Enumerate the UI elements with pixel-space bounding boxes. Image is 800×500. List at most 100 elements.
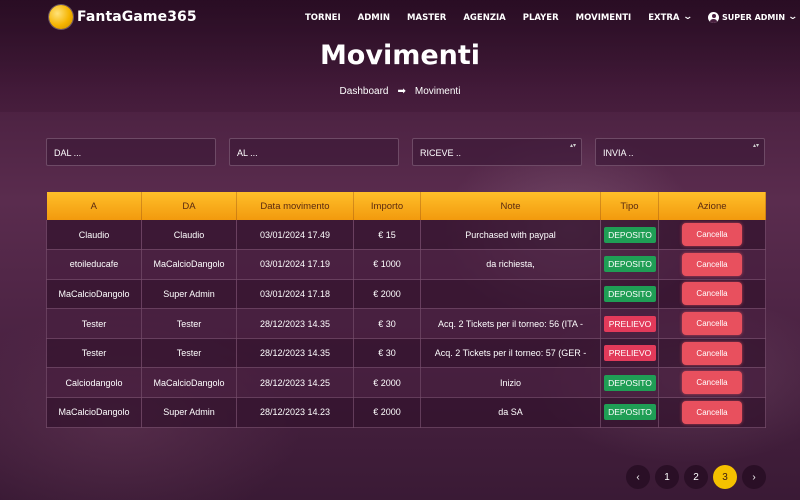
nav-extra-label: EXTRA <box>648 12 680 23</box>
nav-item-agenzia[interactable]: AGENZIA <box>463 13 505 23</box>
cell-da: Claudio <box>141 220 237 251</box>
riceve-select[interactable]: RICEVE .. ▴▾ <box>412 138 582 166</box>
select-arrows-icon: ▴▾ <box>752 143 759 149</box>
nav-item-movimenti[interactable]: MOVIMENTI <box>576 13 632 23</box>
breadcrumb: Dashboard ➡ Movimenti <box>0 86 800 97</box>
cell-note <box>420 279 601 310</box>
column-header-azione: Azione <box>658 192 766 220</box>
cell-date: 28/12/2023 14.23 <box>236 397 354 428</box>
table-row: etoileducafe MaCalcioDangolo 03/01/2024 17… <box>46 249 766 280</box>
type-badge: PRELIEVO <box>604 345 656 362</box>
arrow-right-icon: ➡ <box>397 86 406 97</box>
chevron-down-icon: ⌄ <box>787 12 799 22</box>
cancel-button[interactable]: Cancella <box>682 223 742 247</box>
user-menu[interactable]: SUPER ADMIN ⌄ <box>708 12 799 23</box>
nav-item-master[interactable]: MASTER <box>407 13 446 23</box>
column-header-a[interactable]: A <box>46 192 142 220</box>
nav-item-extra[interactable]: EXTRA ⌄ <box>648 12 693 23</box>
soccer-ball-icon <box>49 5 73 29</box>
nav-item-player[interactable]: PLAYER <box>523 13 559 23</box>
cell-amount: € 2000 <box>353 367 421 399</box>
user-menu-label: SUPER ADMIN <box>722 13 786 22</box>
page-button-1[interactable]: 1 <box>655 465 679 489</box>
cancel-button[interactable]: Cancella <box>682 341 742 365</box>
select-arrows-icon: ▴▾ <box>569 143 576 149</box>
type-badge: DEPOSITO <box>604 285 656 302</box>
cell-amount: € 2000 <box>353 279 421 310</box>
cell-date: 03/01/2024 17.49 <box>236 220 354 251</box>
cell-tipo: DEPOSITO <box>600 367 659 399</box>
cell-tipo: DEPOSITO <box>600 220 659 251</box>
table-row: MaCalcioDangolo Super Admin 03/01/2024 17.… <box>46 279 766 310</box>
cell-amount: € 15 <box>353 220 421 251</box>
cell-amount: € 30 <box>353 308 421 339</box>
cell-da: Tester <box>141 308 237 339</box>
nav-item-admin[interactable]: ADMIN <box>358 13 390 23</box>
date-from-field[interactable]: DAL ... <box>46 138 216 166</box>
table-row: Tester Tester 28/12/2023 14.35 € 30 Acq. 2 T… <box>46 308 766 339</box>
cell-amount: € 2000 <box>353 397 421 428</box>
cell-date: 28/12/2023 14.35 <box>236 338 354 369</box>
cancel-button[interactable]: Cancella <box>682 282 742 306</box>
cell-note: Acq. 2 Tickets per il torneo: 56 (ITA - <box>420 308 601 339</box>
riceve-placeholder: RICEVE .. <box>420 148 462 158</box>
cell-date: 28/12/2023 14.25 <box>236 367 354 399</box>
cell-date: 28/12/2023 14.35 <box>236 308 354 339</box>
cell-azione: Cancella <box>658 367 766 399</box>
nav-item-tornei[interactable]: TORNEI <box>305 13 341 23</box>
date-to-placeholder: AL ... <box>237 148 258 158</box>
type-badge: DEPOSITO <box>604 374 656 391</box>
column-header-amount[interactable]: Importo <box>353 192 421 220</box>
cell-date: 03/01/2024 17.18 <box>236 279 354 310</box>
cancel-button[interactable]: Cancella <box>682 400 742 424</box>
cell-note: da richiesta, <box>420 249 601 280</box>
table-row: Calciodangolo MaCalcioDangolo 28/12/2023 1… <box>46 367 766 399</box>
brand-logo[interactable]: FantaGame365 <box>49 5 197 29</box>
cell-azione: Cancella <box>658 220 766 251</box>
column-header-da[interactable]: DA <box>141 192 237 220</box>
type-badge: DEPOSITO <box>604 256 656 273</box>
cancel-button[interactable]: Cancella <box>682 312 742 336</box>
brand-name: FantaGame365 <box>77 9 197 25</box>
cell-note: Inizio <box>420 367 601 399</box>
invia-select[interactable]: INVIA .. ▴▾ <box>595 138 765 166</box>
cell-azione: Cancella <box>658 338 766 369</box>
type-badge: DEPOSITO <box>604 404 656 421</box>
cancel-button[interactable]: Cancella <box>682 252 742 276</box>
table-row: MaCalcioDangolo Super Admin 28/12/2023 14.… <box>46 397 766 428</box>
top-navbar: FantaGame365 TORNEI ADMIN MASTER AGENZIA… <box>0 0 800 36</box>
chevron-left-icon[interactable]: ‹ <box>626 465 650 489</box>
user-icon <box>708 12 720 23</box>
cell-azione: Cancella <box>658 279 766 310</box>
cell-da: MaCalcioDangolo <box>141 249 237 280</box>
chevron-down-icon: ⌄ <box>681 12 693 22</box>
cancel-button[interactable]: Cancella <box>682 371 742 395</box>
chevron-right-icon[interactable]: › <box>742 465 766 489</box>
column-header-tipo[interactable]: Tipo <box>600 192 659 220</box>
cell-tipo: DEPOSITO <box>600 279 659 310</box>
cell-a: Calciodangolo <box>46 367 142 399</box>
page-button-3[interactable]: 3 <box>713 465 737 489</box>
cell-a: MaCalcioDangolo <box>46 279 142 310</box>
cell-date: 03/01/2024 17.19 <box>236 249 354 280</box>
cell-azione: Cancella <box>658 249 766 280</box>
cell-da: Tester <box>141 338 237 369</box>
date-to-field[interactable]: AL ... <box>229 138 399 166</box>
cell-amount: € 1000 <box>353 249 421 280</box>
column-header-date[interactable]: Data movimento <box>236 192 354 220</box>
type-badge: PRELIEVO <box>604 315 656 332</box>
cell-note: da SA <box>420 397 601 428</box>
column-header-note[interactable]: Note <box>420 192 601 220</box>
table-header-row: A DA Data movimento Importo Note Tipo Az… <box>46 192 766 220</box>
cell-da: Super Admin <box>141 279 237 310</box>
page-button-2[interactable]: 2 <box>684 465 708 489</box>
breadcrumb-home[interactable]: Dashboard <box>340 86 389 97</box>
cell-da: MaCalcioDangolo <box>141 367 237 399</box>
cell-tipo: DEPOSITO <box>600 397 659 428</box>
cell-a: Tester <box>46 308 142 339</box>
movements-table: A DA Data movimento Importo Note Tipo Az… <box>46 192 766 428</box>
cell-tipo: PRELIEVO <box>600 308 659 339</box>
table-row: Claudio Claudio 03/01/2024 17.49 € 15 Purcha… <box>46 220 766 251</box>
cell-tipo: DEPOSITO <box>600 249 659 280</box>
cell-amount: € 30 <box>353 338 421 369</box>
